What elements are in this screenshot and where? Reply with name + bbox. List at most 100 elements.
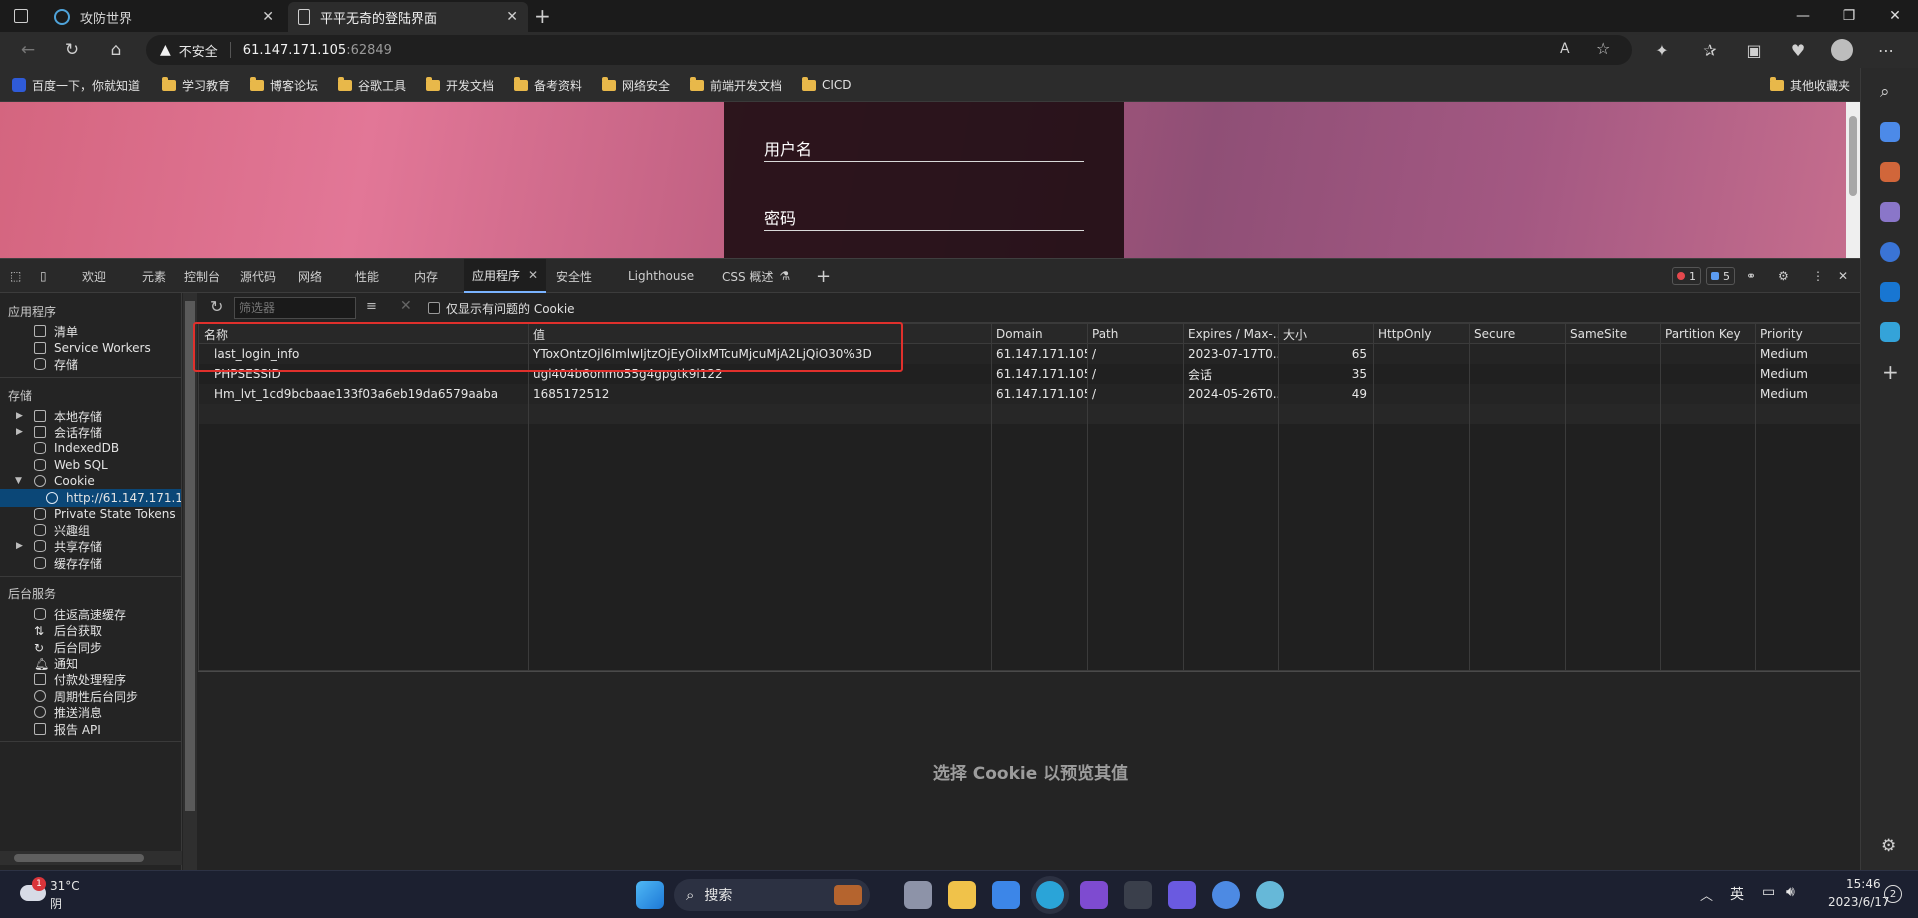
weather-widget[interactable]: 1 31°C 阴: [18, 877, 128, 913]
bookmark-folder[interactable]: 学习教育: [162, 75, 230, 95]
message-count-badge[interactable]: 5: [1706, 267, 1735, 285]
error-count-badge[interactable]: 1: [1672, 267, 1701, 285]
column-header-samesite[interactable]: SameSite: [1565, 324, 1660, 344]
search-icon[interactable]: ⌕: [1880, 82, 1890, 102]
column-header-secure[interactable]: Secure: [1469, 324, 1565, 344]
bookmark-folder[interactable]: 开发文档: [426, 75, 494, 95]
address-bar[interactable]: ▲ 不安全 61.147.171.105 :62849 A ☆: [146, 35, 1632, 65]
sidebar-settings-icon[interactable]: ⚙: [1881, 836, 1896, 856]
chrome-icon[interactable]: [1212, 881, 1240, 909]
tab-elements[interactable]: 元素: [142, 259, 166, 293]
close-window-button[interactable]: ✕: [1872, 0, 1918, 32]
back-button[interactable]: ←: [14, 36, 42, 64]
filter-input[interactable]: [234, 297, 356, 319]
column-header-partition-key[interactable]: Partition Key: [1660, 324, 1755, 344]
cookie-path-cell[interactable]: /: [1087, 364, 1183, 384]
app-icon[interactable]: [1256, 881, 1284, 909]
expand-arrow-icon[interactable]: ▶: [16, 541, 23, 551]
cookie-expires-cell[interactable]: 会话: [1183, 364, 1278, 384]
minimize-button[interactable]: —: [1780, 0, 1826, 32]
close-tab-icon[interactable]: ✕: [506, 9, 518, 25]
collections-icon[interactable]: ▣: [1740, 36, 1768, 64]
cookie-domain-cell[interactable]: 61.147.171.105: [991, 384, 1087, 404]
terminal-icon[interactable]: [1124, 881, 1152, 909]
collapse-arrow-icon[interactable]: ▼: [15, 476, 22, 486]
tab-console[interactable]: 控制台: [184, 259, 220, 293]
tab-application[interactable]: 应用程序 ✕: [464, 259, 547, 293]
tree-item-reporting-api[interactable]: 报告 API: [34, 720, 101, 738]
scrollbar-thumb[interactable]: [14, 854, 144, 862]
add-tool-button[interactable]: +: [816, 259, 831, 293]
edge-browser-icon[interactable]: [1036, 881, 1064, 909]
task-view-icon[interactable]: [904, 881, 932, 909]
cookie-priority-cell[interactable]: Medium: [1755, 344, 1862, 364]
cookie-size-cell[interactable]: 35: [1278, 364, 1373, 384]
sidebar-horizontal-scrollbar[interactable]: [0, 851, 182, 865]
bookmark-folder[interactable]: 前端开发文档: [690, 75, 782, 95]
show-hidden-icons-icon[interactable]: ︿: [1700, 885, 1713, 904]
tab-performance[interactable]: 性能: [355, 259, 379, 293]
tree-item-cookie[interactable]: Cookie: [34, 472, 95, 490]
profile-avatar[interactable]: [1828, 36, 1856, 64]
expand-arrow-icon[interactable]: ▶: [16, 411, 23, 421]
bookmark-folder[interactable]: 备考资料: [514, 75, 582, 95]
windows-start-icon[interactable]: [636, 881, 664, 909]
clear-filter-icon[interactable]: ≡: [366, 299, 377, 314]
favorite-star-icon[interactable]: ☆: [1596, 39, 1610, 58]
column-header-httponly[interactable]: HttpOnly: [1373, 324, 1469, 344]
cookie-expires-cell[interactable]: 2024-05-26T0...: [1183, 384, 1278, 404]
tab-sources[interactable]: 源代码: [240, 259, 276, 293]
visual-studio-icon[interactable]: [1080, 881, 1108, 909]
delete-selected-icon[interactable]: ✕: [400, 298, 412, 314]
bookmark-other-folder[interactable]: 其他收藏夹: [1770, 75, 1850, 95]
shopping-tag-icon[interactable]: [1880, 122, 1900, 142]
device-toggle-icon[interactable]: ▯: [40, 259, 47, 293]
store-icon[interactable]: [992, 881, 1020, 909]
network-icon[interactable]: ▭: [1762, 884, 1775, 900]
taskbar-search[interactable]: ⌕ 搜索: [674, 879, 870, 911]
favorites-icon[interactable]: ✰: [1696, 36, 1724, 64]
refresh-icon[interactable]: ↻: [210, 297, 223, 316]
games-icon[interactable]: [1880, 202, 1900, 222]
scrollbar-thumb[interactable]: [1849, 116, 1857, 196]
bookmark-folder[interactable]: CICD: [802, 75, 852, 95]
restore-button[interactable]: ❐: [1826, 0, 1872, 32]
clock-date[interactable]: 2023/6/17: [1828, 895, 1890, 909]
close-tab-icon[interactable]: ✕: [262, 9, 274, 25]
cookie-path-cell[interactable]: /: [1087, 384, 1183, 404]
outlook-icon[interactable]: [1880, 282, 1900, 302]
read-aloud-icon[interactable]: A: [1560, 41, 1570, 57]
tab-actions-icon[interactable]: [14, 9, 28, 23]
scrollbar-thumb[interactable]: [185, 301, 195, 811]
column-header-domain[interactable]: Domain: [991, 324, 1087, 344]
cookie-size-cell[interactable]: 65: [1278, 344, 1373, 364]
new-tab-button[interactable]: +: [534, 4, 551, 28]
sidebar-scrollbar[interactable]: [183, 293, 197, 871]
bookmark-folder[interactable]: 博客论坛: [250, 75, 318, 95]
column-header-expires[interactable]: Expires / Max-...: [1183, 324, 1278, 344]
tab-login-page[interactable]: 平平无奇的登陆界面 ✕: [288, 2, 528, 32]
more-menu-icon[interactable]: ⋯: [1872, 36, 1900, 64]
browser-health-icon[interactable]: ♥: [1784, 36, 1812, 64]
tab-security[interactable]: 安全性: [556, 259, 592, 293]
tree-item-background-fetch[interactable]: ⇅ 后台获取: [34, 621, 102, 639]
expand-arrow-icon[interactable]: ▶: [16, 427, 23, 437]
settings-gear-icon[interactable]: ⚙: [1778, 259, 1789, 293]
bookmark-folder[interactable]: 谷歌工具: [338, 75, 406, 95]
inspect-element-icon[interactable]: ⬚: [10, 259, 21, 293]
reload-button[interactable]: ↻: [58, 36, 86, 64]
cookie-expires-cell[interactable]: 2023-07-17T0...: [1183, 344, 1278, 364]
notification-badge[interactable]: 2: [1884, 885, 1902, 903]
bookmark-folder[interactable]: 网络安全: [602, 75, 670, 95]
send-icon[interactable]: [1880, 322, 1900, 342]
extensions-icon[interactable]: ✦: [1648, 36, 1676, 64]
volume-icon[interactable]: 🔊︎: [1786, 884, 1795, 900]
bookmark-baidu[interactable]: 百度一下，你就知道: [12, 75, 140, 95]
tab-css-overview[interactable]: CSS 概述 ⚗: [722, 259, 790, 293]
cookie-value-cell[interactable]: 1685172512: [528, 384, 991, 404]
column-header-priority[interactable]: Priority: [1755, 324, 1862, 344]
cookie-domain-cell[interactable]: 61.147.171.105: [991, 344, 1087, 364]
connection-icon[interactable]: ⚭: [1746, 259, 1756, 293]
tree-item-cache-storage[interactable]: 缓存存储: [34, 554, 102, 572]
cookie-path-cell[interactable]: /: [1087, 344, 1183, 364]
